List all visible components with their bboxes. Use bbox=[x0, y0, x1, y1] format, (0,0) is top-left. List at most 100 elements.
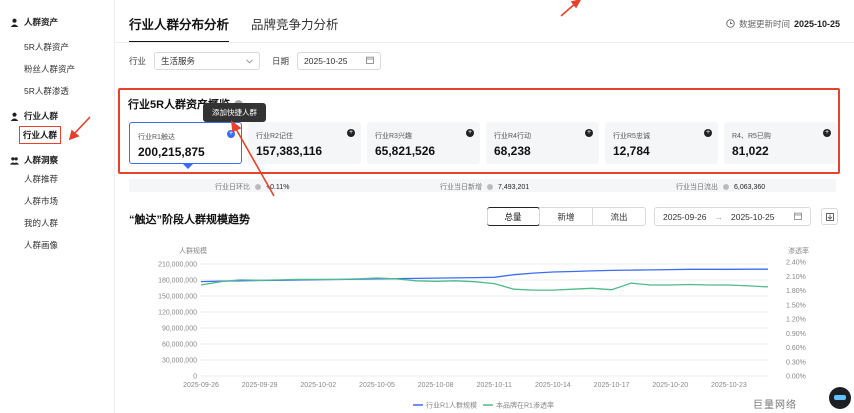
trend-title: “触达”阶段人群规模趋势 bbox=[129, 214, 250, 226]
sidebar-item-5r-penetration[interactable]: 5R人群渗透 bbox=[0, 80, 114, 102]
tooltip: 添加快捷人群 bbox=[203, 103, 266, 122]
filter-bar: 行业 生活服务 日期 2025-10-25 bbox=[129, 52, 382, 70]
sidebar-section-title: 行业人群 bbox=[24, 111, 59, 121]
x-tick-label: 2025-10-14 bbox=[535, 382, 571, 389]
x-tick-label: 2025-10-02 bbox=[300, 382, 336, 389]
sidebar-section-industry[interactable]: 行业人群 bbox=[0, 108, 114, 124]
card-label: 行业R2记住 bbox=[256, 133, 293, 140]
card-value: 68,238 bbox=[494, 144, 531, 158]
stat-daily-outflow: 行业当日流出 6,063,360 bbox=[676, 182, 765, 192]
sidebar-item-label: 5R人群渗透 bbox=[24, 86, 69, 96]
segment-total[interactable]: 总量 bbox=[487, 207, 540, 226]
calendar-icon bbox=[366, 56, 375, 66]
tab-industry-distribution[interactable]: 行业人群分布分析 bbox=[129, 14, 230, 43]
y2-tick-label: 0.00% bbox=[786, 374, 806, 381]
card-r4-action[interactable]: 行业R4行动 68,238 + bbox=[486, 122, 599, 164]
sidebar-section-assets[interactable]: 人群资产 bbox=[0, 14, 114, 30]
date-picker-value: 2025-10-25 bbox=[304, 56, 348, 66]
industry-select[interactable]: 生活服务 bbox=[154, 52, 261, 70]
overview-panel: 行业5R人群资产概览 添加快捷人群 行业R1触达 200,215,875 + 行… bbox=[118, 88, 840, 174]
y-tick-label: 30,000,000 bbox=[162, 358, 197, 365]
x-tick-label: 2025-10-23 bbox=[711, 382, 747, 389]
sidebar-item-label: 人群画像 bbox=[24, 240, 59, 250]
card-r2-remember[interactable]: 行业R2记住 157,383,116 + bbox=[248, 122, 361, 164]
sidebar-item-5r-assets[interactable]: 5R人群资产 bbox=[0, 36, 114, 58]
date-range-picker[interactable]: 2025-09-26 → 2025-10-25 bbox=[654, 207, 811, 226]
stat-label: 行业当日流出 bbox=[676, 184, 718, 191]
y2-tick-label: 1.50% bbox=[786, 302, 806, 309]
date-label: 日期 bbox=[272, 56, 290, 66]
clock-icon bbox=[726, 18, 735, 30]
y2-tick-label: 0.60% bbox=[786, 345, 806, 352]
info-icon bbox=[487, 184, 493, 190]
card-value: 81,022 bbox=[732, 144, 769, 158]
stats-bar: 行业日环比 +0.11% 行业当日新增 7,493,201 行业当日流出 6,0… bbox=[129, 179, 836, 192]
y2-tick-label: 2.10% bbox=[786, 274, 806, 281]
card-value: 65,821,526 bbox=[375, 144, 436, 158]
users-icon bbox=[10, 156, 19, 165]
y-tick-label: 0 bbox=[193, 374, 197, 381]
stat-value: 6,063,360 bbox=[734, 183, 766, 191]
y-axis-title: 人群规模 bbox=[179, 246, 207, 255]
card-value: 157,383,116 bbox=[256, 144, 323, 158]
tab-brand-competition[interactable]: 品牌竞争力分析 bbox=[251, 14, 339, 43]
card-r3-interest[interactable]: 行业R3兴趣 65,821,526 + bbox=[367, 122, 480, 164]
card-r5-loyal[interactable]: 行业R5忠诚 12,784 + bbox=[605, 122, 718, 164]
segment-outflow[interactable]: 流出 bbox=[592, 208, 645, 225]
plus-icon[interactable]: + bbox=[704, 129, 712, 137]
legend-label: 行业R1人群规模 bbox=[426, 401, 477, 410]
card-label: 行业R3兴趣 bbox=[375, 133, 412, 140]
sidebar: 人群资产 5R人群资产 粉丝人群资产 5R人群渗透 行业人群 行业人群 人群洞察… bbox=[0, 0, 115, 413]
card-value: 12,784 bbox=[613, 144, 650, 158]
sidebar-section-insight[interactable]: 人群洞察 bbox=[0, 152, 114, 168]
assistant-bot-icon[interactable] bbox=[829, 387, 851, 409]
stat-value: +0.11% bbox=[266, 183, 290, 191]
range-end: 2025-10-25 bbox=[730, 211, 775, 222]
sidebar-item-industry-crowd[interactable]: 行业人群 bbox=[0, 124, 114, 146]
update-time-label: 数据更新时间 bbox=[738, 19, 790, 29]
card-pointer bbox=[183, 164, 193, 169]
plus-icon[interactable]: + bbox=[227, 130, 235, 138]
update-time-value: 2025-10-25 bbox=[793, 19, 840, 29]
plus-icon[interactable]: + bbox=[347, 129, 355, 137]
sidebar-section-title: 人群洞察 bbox=[24, 155, 59, 165]
update-time: 数据更新时间 2025-10-25 bbox=[726, 18, 840, 30]
y2-tick-label: 2.40% bbox=[786, 260, 806, 267]
card-label: 行业R4行动 bbox=[494, 133, 531, 140]
plus-icon[interactable]: + bbox=[585, 129, 593, 137]
y-tick-label: 60,000,000 bbox=[162, 342, 197, 349]
x-tick-label: 2025-10-08 bbox=[418, 382, 454, 389]
card-label: R4、R5已购 bbox=[732, 133, 771, 140]
sidebar-item-label: 5R人群资产 bbox=[24, 42, 69, 52]
card-label: 行业R5忠诚 bbox=[613, 133, 650, 140]
y2-tick-label: 1.80% bbox=[786, 288, 806, 295]
x-tick-label: 2025-10-17 bbox=[594, 382, 630, 389]
plus-icon[interactable]: + bbox=[466, 129, 474, 137]
card-r1-reach[interactable]: 行业R1触达 200,215,875 + bbox=[129, 122, 242, 164]
y-tick-label: 210,000,000 bbox=[158, 262, 197, 269]
sidebar-item-portrait[interactable]: 人群画像 bbox=[0, 234, 114, 256]
main-content: 行业人群分布分析 品牌竞争力分析 数据更新时间 2025-10-25 行业 生活… bbox=[115, 0, 854, 413]
stat-daily-new: 行业当日新增 7,493,201 bbox=[440, 182, 529, 192]
x-tick-label: 2025-10-05 bbox=[359, 382, 395, 389]
sidebar-item-recommend[interactable]: 人群推荐 bbox=[0, 168, 114, 190]
stat-value: 7,493,201 bbox=[498, 183, 530, 191]
tab-bar: 行业人群分布分析 品牌竞争力分析 bbox=[129, 14, 339, 43]
segment-new[interactable]: 新增 bbox=[539, 208, 592, 225]
sidebar-item-my-crowd[interactable]: 我的人群 bbox=[0, 212, 114, 234]
plus-icon[interactable]: + bbox=[823, 129, 831, 137]
card-r4-r5-purchased[interactable]: R4、R5已购 81,022 + bbox=[724, 122, 837, 164]
download-icon[interactable] bbox=[821, 208, 838, 225]
sidebar-item-fan-assets[interactable]: 粉丝人群资产 bbox=[0, 58, 114, 80]
sidebar-item-market[interactable]: 人群市场 bbox=[0, 190, 114, 212]
chevron-down-icon bbox=[246, 56, 253, 66]
date-picker[interactable]: 2025-10-25 bbox=[297, 52, 382, 70]
industry-select-value: 生活服务 bbox=[161, 56, 196, 66]
y-tick-label: 90,000,000 bbox=[162, 326, 197, 333]
stat-label: 行业日环比 bbox=[215, 184, 250, 191]
card-label: 行业R1触达 bbox=[138, 134, 175, 141]
y-tick-label: 120,000,000 bbox=[158, 310, 197, 317]
sidebar-item-label: 我的人群 bbox=[24, 218, 59, 228]
industry-label: 行业 bbox=[129, 56, 147, 66]
arrow-right-icon: → bbox=[714, 211, 723, 222]
